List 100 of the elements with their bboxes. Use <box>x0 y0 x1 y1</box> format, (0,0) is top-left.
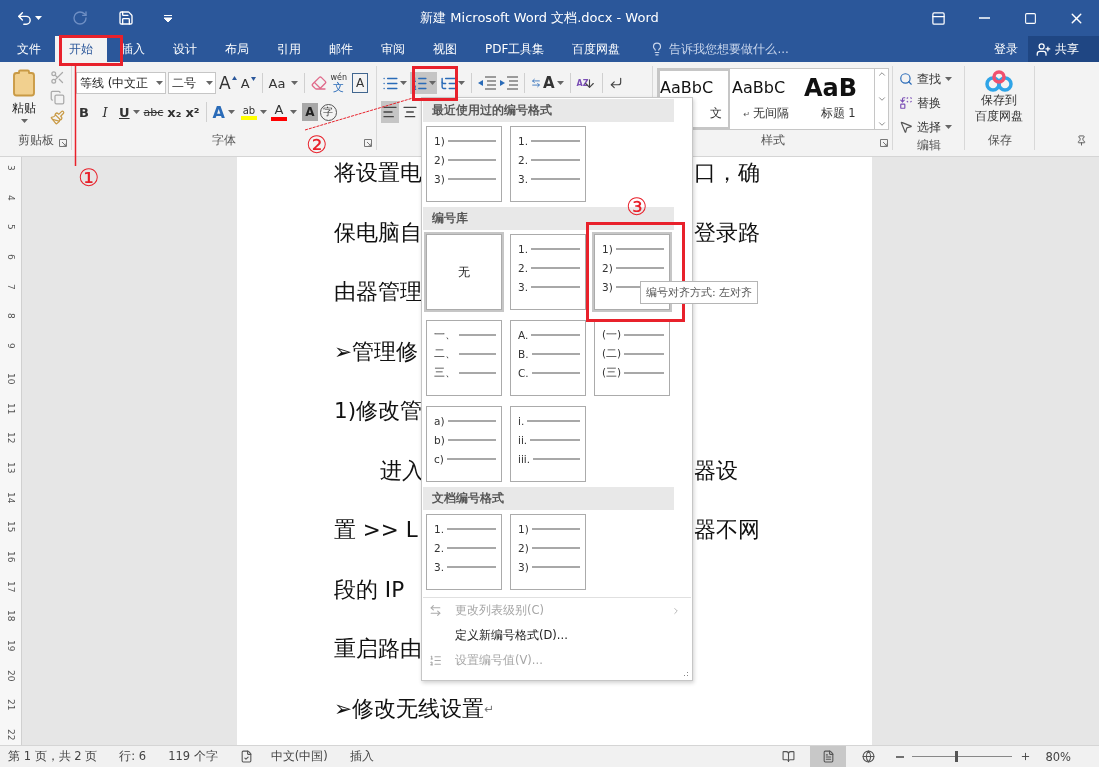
underline-button[interactable]: U <box>118 101 141 123</box>
word-count[interactable]: 119 个字 <box>168 749 218 764</box>
sign-in-link[interactable]: 登录 <box>984 36 1028 62</box>
ruler-number: 8 <box>5 313 18 322</box>
paste-button[interactable]: 粘贴 <box>4 66 44 133</box>
input-mode[interactable]: 插入 <box>349 749 374 764</box>
change-case-button[interactable]: Aa <box>267 72 299 94</box>
person-add-icon <box>1036 41 1051 57</box>
strikethrough-button[interactable]: abc <box>142 101 165 123</box>
increase-indent-icon <box>500 76 518 90</box>
ruler-number: 15 <box>5 521 18 535</box>
zoom-in-icon[interactable] <box>1020 751 1032 762</box>
italic-button[interactable]: I <box>97 101 113 123</box>
ribbon-tab[interactable]: 文件 <box>3 36 55 62</box>
redo-icon <box>72 10 88 26</box>
share-button[interactable]: 共享 <box>1028 36 1099 62</box>
font-color-button[interactable]: A <box>269 101 298 123</box>
character-border-button[interactable]: A <box>352 73 369 93</box>
bold-button[interactable]: B <box>76 101 92 123</box>
book-icon <box>781 750 795 763</box>
ruler-number: 4 <box>5 194 18 203</box>
ribbon-tab[interactable]: 审阅 <box>367 36 419 62</box>
select-button[interactable]: 选择 <box>897 116 954 138</box>
highlight-button[interactable]: ab <box>239 101 268 123</box>
ruler-number: 5 <box>5 224 18 233</box>
customize-button[interactable] <box>162 12 174 24</box>
save-button[interactable] <box>116 8 136 28</box>
caret-icon <box>132 110 140 114</box>
ribbon-tab[interactable]: 布局 <box>211 36 263 62</box>
dialog-launcher-icon[interactable] <box>364 139 372 147</box>
page-count[interactable]: 第 1 页，共 2 页 <box>8 749 98 764</box>
superscript-button[interactable]: x² <box>184 101 201 123</box>
sort-button[interactable]: AZ <box>575 72 598 94</box>
up-triangle-icon <box>231 76 237 80</box>
dialog-launcher-icon[interactable] <box>59 139 67 147</box>
ruler-number: 21 <box>5 699 18 713</box>
ribbon-tab[interactable]: PDF工具集 <box>471 36 559 62</box>
language[interactable]: 中文(中国) <box>270 749 328 764</box>
numbering-option[interactable]: A. B. C. <box>508 318 588 398</box>
numbering-option[interactable]: 1. 2. 3. <box>508 124 588 204</box>
ruler-number: 20 <box>5 669 18 684</box>
pin-icon[interactable] <box>1076 135 1087 146</box>
character-shading-button[interactable]: A <box>301 103 318 121</box>
view-button[interactable] <box>810 746 847 767</box>
tell-me-field[interactable]: 告诉我您想要做什么... <box>669 40 789 58</box>
chinese-layout-button[interactable]: A <box>530 72 565 94</box>
caret-icon <box>290 81 298 85</box>
ribbon-tab[interactable]: 视图 <box>419 36 471 62</box>
numbering-option[interactable]: 1) 2) 3) <box>424 124 504 204</box>
down-triangle-icon <box>250 77 256 81</box>
paragraph-mark-icon <box>609 76 624 90</box>
numbering-option[interactable]: 1. 2. 3. <box>424 512 504 592</box>
document-text: 口，确 <box>694 159 760 187</box>
ruler-number: 22 <box>5 729 18 743</box>
numbering-option[interactable]: 无 <box>424 232 504 312</box>
globe-icon <box>861 750 875 763</box>
customize-icon <box>164 14 172 22</box>
group-label: 保存 <box>987 133 1012 149</box>
font-name-field[interactable]: 等线 (中文正 <box>76 72 166 94</box>
caret-icon <box>289 110 297 114</box>
ribbon-tab[interactable]: 邮件 <box>315 36 367 62</box>
align-left-icon <box>382 104 398 120</box>
ribbon-tab[interactable]: 百度网盘 <box>558 36 635 62</box>
window-title: 新建 Microsoft Word 文档.docx - Word <box>420 9 659 27</box>
page-icon <box>821 750 835 763</box>
ruler-number: 17 <box>5 580 18 595</box>
resize-grip-icon[interactable] <box>683 671 689 677</box>
arrows-icon <box>429 604 442 617</box>
find-button[interactable]: 查找 <box>897 68 954 90</box>
grow-font-button[interactable]: A <box>218 72 238 94</box>
ruler-number: 7 <box>5 283 18 292</box>
phonetic-guide-button[interactable]: wén 文 <box>329 72 349 94</box>
shrink-font-button[interactable]: A <box>239 72 257 94</box>
ruler-number: 13 <box>5 461 18 476</box>
replace-icon <box>899 96 913 110</box>
save-icon <box>118 10 134 26</box>
font-size-field[interactable]: 二号 <box>168 72 216 94</box>
numbering-option[interactable]: a) b) c) <box>424 404 504 484</box>
save-to-cloud-button[interactable]: 保存到 百度网盘 <box>969 66 1029 133</box>
text-effects-button[interactable]: A <box>211 101 236 123</box>
document-text: 1)修改管 <box>334 397 423 425</box>
document-text: 由器管理 <box>334 278 422 306</box>
menu-item[interactable]: 定义新编号格式(D)... <box>423 623 691 648</box>
ribbon-tab[interactable]: 引用 <box>263 36 315 62</box>
zoom-thumb[interactable] <box>955 751 959 762</box>
subscript-button[interactable]: x₂ <box>166 101 183 123</box>
replace-button[interactable]: 替换 <box>897 92 954 114</box>
zoom-out-icon[interactable] <box>896 755 905 758</box>
numbering-option[interactable]: 一、 二、 三、 <box>424 318 504 398</box>
align-left-button[interactable] <box>381 101 399 123</box>
eraser-icon <box>310 75 327 91</box>
proofing-icon[interactable] <box>239 750 253 763</box>
numbering-option[interactable]: 1) 2) 3) <box>508 512 588 592</box>
numbering-option[interactable]: 1. 2. 3. <box>508 232 588 312</box>
ruler-number: 10 <box>5 372 18 387</box>
arrows-icon <box>531 78 541 88</box>
dialog-launcher-icon[interactable] <box>880 139 888 147</box>
zoom-level[interactable]: 80% <box>1045 749 1071 764</box>
ribbon-tab[interactable]: 设计 <box>159 36 211 62</box>
numbering-option[interactable]: i. ii. iii. <box>508 404 588 484</box>
